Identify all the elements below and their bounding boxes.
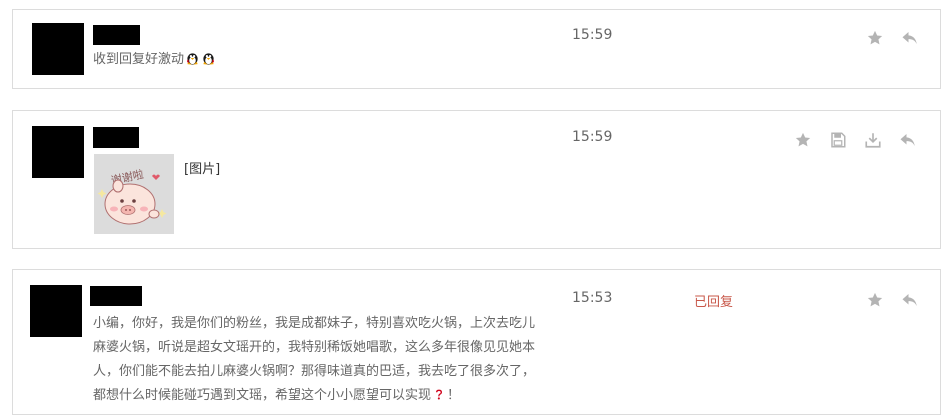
message-line-end: ！ bbox=[447, 388, 461, 403]
avatar[interactable] bbox=[30, 285, 82, 337]
image-tag: [图片] bbox=[184, 162, 221, 177]
pig-sticker-image: 谢谢啦 bbox=[94, 154, 174, 234]
star-icon bbox=[867, 292, 883, 307]
message-card-1: 收到回复好激动 15:59 bbox=[12, 9, 941, 89]
star-button[interactable] bbox=[794, 131, 812, 149]
reply-icon bbox=[902, 294, 917, 306]
message-body: 收到回复好激动 bbox=[93, 52, 185, 67]
message-line: 都想什么时候能碰巧遇到文瑶，希望这个小小愿望可以实现 bbox=[93, 388, 432, 403]
status-badge: 已回复 bbox=[694, 295, 734, 310]
message-line: 小编，你好，我是你们的粉丝，我是成都妹子，特别喜欢吃火锅，上次去吃儿 bbox=[93, 316, 536, 331]
reply-icon bbox=[900, 134, 915, 146]
save-icon bbox=[831, 132, 846, 148]
message-line: 麻婆火锅，听说是超女文瑶开的，我特别稀饭她唱歌，这么多年很像见见她本 bbox=[93, 340, 536, 355]
message-actions bbox=[849, 291, 919, 309]
penguin-emoji bbox=[187, 53, 198, 65]
star-button[interactable] bbox=[866, 29, 884, 47]
reply-button[interactable] bbox=[901, 291, 919, 309]
sender-name-redacted bbox=[93, 127, 139, 148]
reply-button[interactable] bbox=[899, 131, 917, 149]
message-line: 人，你们能不能去拍儿麻婆火锅啊？那得味道真的巴适，我去吃了很多次了， bbox=[93, 364, 536, 379]
image-thumbnail[interactable]: 谢谢啦 bbox=[94, 154, 174, 234]
download-icon bbox=[865, 133, 881, 148]
avatar[interactable] bbox=[32, 126, 84, 178]
sender-name-redacted bbox=[90, 286, 142, 306]
message-time: 15:53 bbox=[572, 290, 613, 306]
message-actions bbox=[849, 29, 919, 47]
avatar[interactable] bbox=[32, 23, 84, 75]
penguin-emoji bbox=[203, 53, 214, 65]
message-actions bbox=[777, 131, 917, 149]
download-button[interactable] bbox=[864, 131, 882, 149]
sender-name-redacted bbox=[93, 25, 140, 45]
save-button[interactable] bbox=[829, 131, 847, 149]
message-line-last: 都想什么时候能碰巧遇到文瑶，希望这个小小愿望可以实现 ！ bbox=[93, 384, 573, 408]
message-time: 15:59 bbox=[572, 129, 613, 145]
star-icon bbox=[867, 30, 883, 45]
reply-button[interactable] bbox=[901, 29, 919, 47]
star-icon bbox=[795, 132, 811, 147]
message-card-3: 小编，你好，我是你们的粉丝，我是成都妹子，特别喜欢吃火锅，上次去吃儿 麻婆火锅，… bbox=[12, 269, 941, 415]
message-text: 小编，你好，我是你们的粉丝，我是成都妹子，特别喜欢吃火锅，上次去吃儿 麻婆火锅，… bbox=[93, 312, 573, 408]
question-mark-emoji bbox=[436, 389, 443, 400]
star-button[interactable] bbox=[866, 291, 884, 309]
message-text: 收到回复好激动 bbox=[93, 48, 216, 72]
message-card-2: 谢谢啦 [图片] 15:59 bbox=[12, 110, 941, 249]
reply-icon bbox=[902, 32, 917, 44]
message-time: 15:59 bbox=[572, 27, 613, 43]
